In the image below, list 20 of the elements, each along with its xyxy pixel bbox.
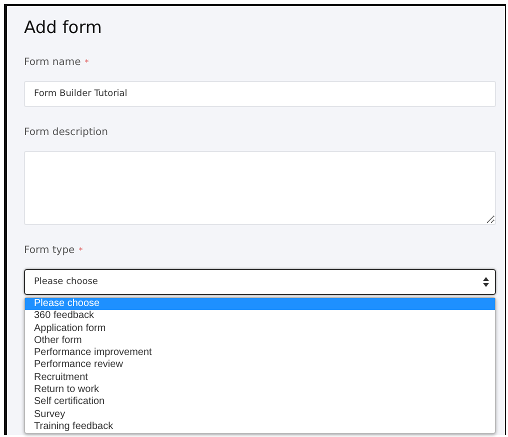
required-mark: * <box>78 246 83 255</box>
updown-icon <box>483 277 489 287</box>
select-field[interactable]: Please choose <box>24 269 496 295</box>
dropdown-option[interactable]: Survey <box>25 408 495 421</box>
input-field[interactable]: Form Builder Tutorial <box>24 81 496 107</box>
dropdown-option[interactable]: Self certification <box>25 396 495 409</box>
dropdown-option[interactable]: Other form <box>25 334 495 348</box>
dropdown-option[interactable]: 360 feedback <box>25 310 495 323</box>
dropdown-option[interactable]: Performance improvement <box>25 347 495 360</box>
dropdown-option[interactable]: Application form <box>25 322 495 335</box>
dropdown-option[interactable]: Training feedback <box>25 420 495 434</box>
dropdown-option[interactable]: Performance review <box>25 359 495 372</box>
dropdown-option[interactable]: Return to work <box>25 384 495 396</box>
field-label: Form type <box>24 245 75 256</box>
field-label: Form name <box>24 57 81 68</box>
page-title: Add form <box>24 18 103 38</box>
dropdown-option[interactable]: Recruitment <box>25 372 495 384</box>
text-area[interactable] <box>24 151 496 225</box>
required-mark: * <box>84 58 89 67</box>
field-label: Form description <box>24 127 108 138</box>
